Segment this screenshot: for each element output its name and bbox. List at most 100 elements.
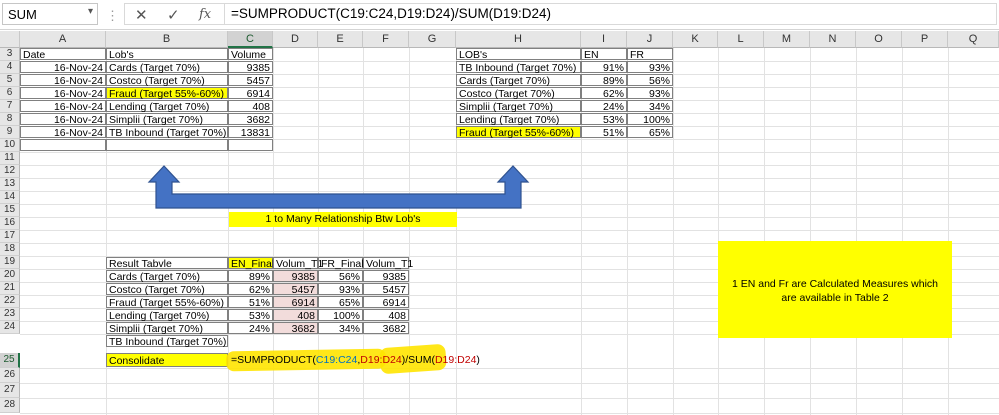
t2-fr[interactable]: 100%: [627, 113, 673, 126]
t2-en[interactable]: 91%: [581, 61, 627, 74]
column-header-e[interactable]: E: [318, 31, 363, 48]
column-header-f[interactable]: F: [363, 31, 409, 48]
t2-fr[interactable]: 93%: [627, 61, 673, 74]
t2-en[interactable]: 89%: [581, 74, 627, 87]
row-header-4[interactable]: 4: [0, 61, 20, 74]
t1-lob[interactable]: TB Inbound (Target 70%): [106, 126, 228, 139]
result-lob[interactable]: Simplii (Target 70%): [106, 322, 228, 335]
result-en[interactable]: [228, 335, 273, 347]
result-header-volume[interactable]: Volum_T1: [363, 257, 413, 270]
result-en[interactable]: 24%: [228, 322, 273, 335]
column-header-b[interactable]: B: [106, 31, 228, 48]
t1-empty[interactable]: [20, 139, 106, 151]
row-header-26[interactable]: 26: [0, 368, 20, 383]
column-header-g[interactable]: G: [409, 31, 456, 48]
row-header-17[interactable]: 17: [0, 230, 20, 243]
t1-lob[interactable]: Costco (Target 70%): [106, 74, 228, 87]
result-fr[interactable]: 34%: [318, 322, 363, 335]
t1-date[interactable]: 16-Nov-24: [20, 61, 106, 74]
result-en[interactable]: 62%: [228, 283, 273, 296]
t1-lob[interactable]: Cards (Target 70%): [106, 61, 228, 74]
t2-fr[interactable]: 56%: [627, 74, 673, 87]
result-volume[interactable]: 3682: [363, 322, 409, 335]
row-header-14[interactable]: 14: [0, 191, 20, 204]
t2-header-en[interactable]: EN: [581, 48, 627, 61]
t2-en[interactable]: 62%: [581, 87, 627, 100]
result-volume[interactable]: 6914: [363, 296, 409, 309]
result-volume[interactable]: 408: [363, 309, 409, 322]
note-textbox[interactable]: 1 EN and Fr are Calculated Measures whic…: [718, 241, 952, 338]
t1-date[interactable]: 16-Nov-24: [20, 100, 106, 113]
t2-lob[interactable]: Costco (Target 70%): [456, 87, 581, 100]
row-header-25[interactable]: 25: [0, 353, 20, 368]
t1-date[interactable]: 16-Nov-24: [20, 87, 106, 100]
result-volume[interactable]: 3682: [273, 322, 318, 335]
t2-lob[interactable]: Simplii (Target 70%): [456, 100, 581, 113]
t1-date[interactable]: 16-Nov-24: [20, 126, 106, 139]
result-volume[interactable]: 5457: [363, 283, 409, 296]
t1-lob-highlighted[interactable]: Fraud (Target 55%-60%): [106, 87, 228, 100]
column-header-o[interactable]: O: [856, 31, 902, 48]
row-header-7[interactable]: 7: [0, 100, 20, 113]
t1-volume[interactable]: 9385: [228, 61, 273, 74]
row-header-3[interactable]: 3: [0, 48, 20, 61]
row-header-27[interactable]: 27: [0, 383, 20, 398]
row-header-18[interactable]: 18: [0, 243, 20, 256]
row-header-10[interactable]: 10: [0, 139, 20, 152]
row-header-9[interactable]: 9: [0, 126, 20, 139]
result-header-volume[interactable]: Volum_T1: [273, 257, 323, 270]
t1-volume[interactable]: 408: [228, 100, 273, 113]
t1-lob[interactable]: Lending (Target 70%): [106, 100, 228, 113]
row-header-8[interactable]: 8: [0, 113, 20, 126]
result-lob[interactable]: Fraud (Target 55%-60%): [106, 296, 228, 309]
result-volume[interactable]: 408: [273, 309, 318, 322]
t2-lob-highlighted[interactable]: Fraud (Target 55%-60%): [456, 126, 581, 139]
t2-en[interactable]: 51%: [581, 126, 627, 139]
t2-fr[interactable]: 65%: [627, 126, 673, 139]
t1-lob[interactable]: Simplii (Target 70%): [106, 113, 228, 126]
t1-empty[interactable]: [228, 139, 273, 151]
row-header-5[interactable]: 5: [0, 74, 20, 87]
result-fr[interactable]: 56%: [318, 270, 363, 283]
t2-en[interactable]: 53%: [581, 113, 627, 126]
column-header-q[interactable]: Q: [948, 31, 999, 48]
result-volume[interactable]: 6914: [273, 296, 318, 309]
t1-date[interactable]: 16-Nov-24: [20, 113, 106, 126]
result-lob[interactable]: Lending (Target 70%): [106, 309, 228, 322]
t1-volume[interactable]: 6914: [228, 87, 273, 100]
t2-lob[interactable]: Lending (Target 70%): [456, 113, 581, 126]
result-fr[interactable]: 93%: [318, 283, 363, 296]
column-header-m[interactable]: M: [764, 31, 810, 48]
result-header-fr-final[interactable]: FR_Final: [318, 257, 364, 270]
row-header-24[interactable]: 24: [0, 321, 20, 334]
column-header-a[interactable]: A: [20, 31, 106, 48]
t2-en[interactable]: 24%: [581, 100, 627, 113]
column-header-h[interactable]: H: [456, 31, 581, 48]
consolidate-label[interactable]: Consolidate: [106, 353, 228, 367]
result-fr[interactable]: 100%: [318, 309, 363, 322]
t1-volume[interactable]: 13831: [228, 126, 273, 139]
cancel-icon[interactable]: ✕: [135, 6, 148, 24]
column-header-k[interactable]: K: [673, 31, 718, 48]
row-header-12[interactable]: 12: [0, 165, 20, 178]
row-header-15[interactable]: 15: [0, 204, 20, 217]
row-header-11[interactable]: 11: [0, 152, 20, 165]
column-header-j[interactable]: J: [627, 31, 673, 48]
result-header-lob[interactable]: Result Tabvle: [106, 257, 228, 270]
result-header-en-final[interactable]: EN_Final: [228, 257, 274, 270]
row-header-21[interactable]: 21: [0, 282, 20, 295]
result-en[interactable]: 53%: [228, 309, 273, 322]
t2-lob[interactable]: TB Inbound (Target 70%): [456, 61, 581, 74]
result-lob[interactable]: TB Inbound (Target 70%): [106, 335, 228, 348]
consolidate-formula-cell[interactable]: =SUMPRODUCT(C19:C24,D19:D24)/SUM(D19:D24…: [229, 353, 480, 367]
t1-header-lob[interactable]: Lob's: [106, 48, 228, 61]
row-header-28[interactable]: 28: [0, 398, 20, 413]
row-header-13[interactable]: 13: [0, 178, 20, 191]
result-lob[interactable]: Cards (Target 70%): [106, 270, 228, 283]
enter-icon[interactable]: ✓: [167, 6, 180, 24]
t2-fr[interactable]: 93%: [627, 87, 673, 100]
chevron-down-icon[interactable]: ▾: [88, 6, 93, 17]
result-lob[interactable]: Costco (Target 70%): [106, 283, 228, 296]
t1-date[interactable]: 16-Nov-24: [20, 74, 106, 87]
result-fr[interactable]: 65%: [318, 296, 363, 309]
